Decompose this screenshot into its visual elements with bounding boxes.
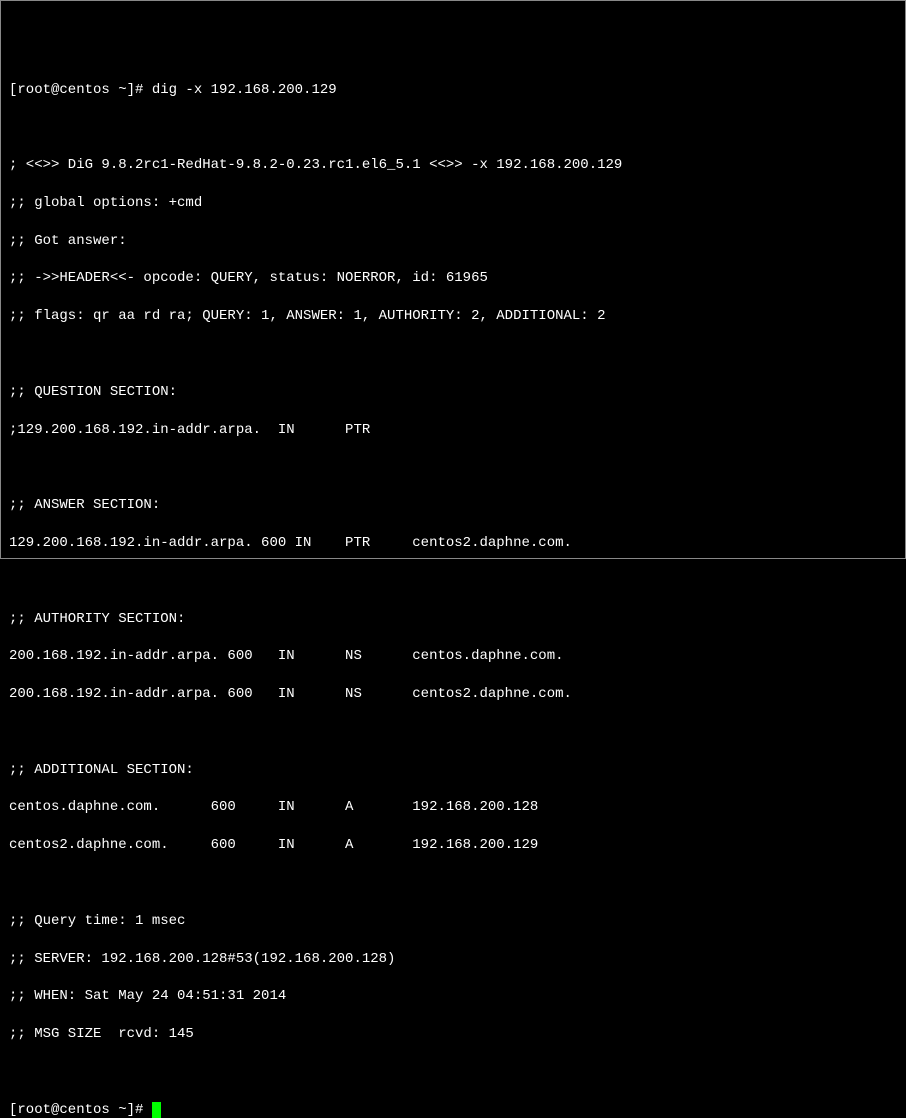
server-line: ;; SERVER: 192.168.200.128#53(192.168.20… xyxy=(9,950,897,969)
authority-section-line-1: 200.168.192.in-addr.arpa. 600 IN NS cent… xyxy=(9,647,897,666)
shell-prompt: [root@centos ~]# xyxy=(9,1102,152,1118)
blank-line xyxy=(9,118,897,137)
when-line: ;; WHEN: Sat May 24 04:51:31 2014 xyxy=(9,987,897,1006)
dig-version-line: ; <<>> DiG 9.8.2rc1-RedHat-9.8.2-0.23.rc… xyxy=(9,156,897,175)
authority-section-line-2: 200.168.192.in-addr.arpa. 600 IN NS cent… xyxy=(9,685,897,704)
got-answer-line: ;; Got answer: xyxy=(9,232,897,251)
additional-section-header: ;; ADDITIONAL SECTION: xyxy=(9,761,897,780)
question-section-header: ;; QUESTION SECTION: xyxy=(9,383,897,402)
prompt-line-1: [root@centos ~]# dig -x 192.168.200.129 xyxy=(9,81,897,100)
global-options-line: ;; global options: +cmd xyxy=(9,194,897,213)
blank-line xyxy=(9,723,897,742)
shell-prompt: [root@centos ~]# xyxy=(9,82,152,98)
question-section-line: ;129.200.168.192.in-addr.arpa. IN PTR xyxy=(9,421,897,440)
blank-line xyxy=(9,1063,897,1082)
blank-line xyxy=(9,572,897,591)
command-text: dig -x 192.168.200.129 xyxy=(152,82,337,98)
flags-line: ;; flags: qr aa rd ra; QUERY: 1, ANSWER:… xyxy=(9,307,897,326)
authority-section-header: ;; AUTHORITY SECTION: xyxy=(9,610,897,629)
query-time-line: ;; Query time: 1 msec xyxy=(9,912,897,931)
additional-section-line-1: centos.daphne.com. 600 IN A 192.168.200.… xyxy=(9,798,897,817)
blank-line xyxy=(9,345,897,364)
header-line: ;; ->>HEADER<<- opcode: QUERY, status: N… xyxy=(9,269,897,288)
answer-section-header: ;; ANSWER SECTION: xyxy=(9,496,897,515)
blank-line xyxy=(9,458,897,477)
answer-section-line: 129.200.168.192.in-addr.arpa. 600 IN PTR… xyxy=(9,534,897,553)
msg-size-line: ;; MSG SIZE rcvd: 145 xyxy=(9,1025,897,1044)
cursor-icon xyxy=(152,1102,161,1118)
additional-section-line-2: centos2.daphne.com. 600 IN A 192.168.200… xyxy=(9,836,897,855)
blank-line xyxy=(9,874,897,893)
prompt-line-2[interactable]: [root@centos ~]# xyxy=(9,1101,897,1118)
